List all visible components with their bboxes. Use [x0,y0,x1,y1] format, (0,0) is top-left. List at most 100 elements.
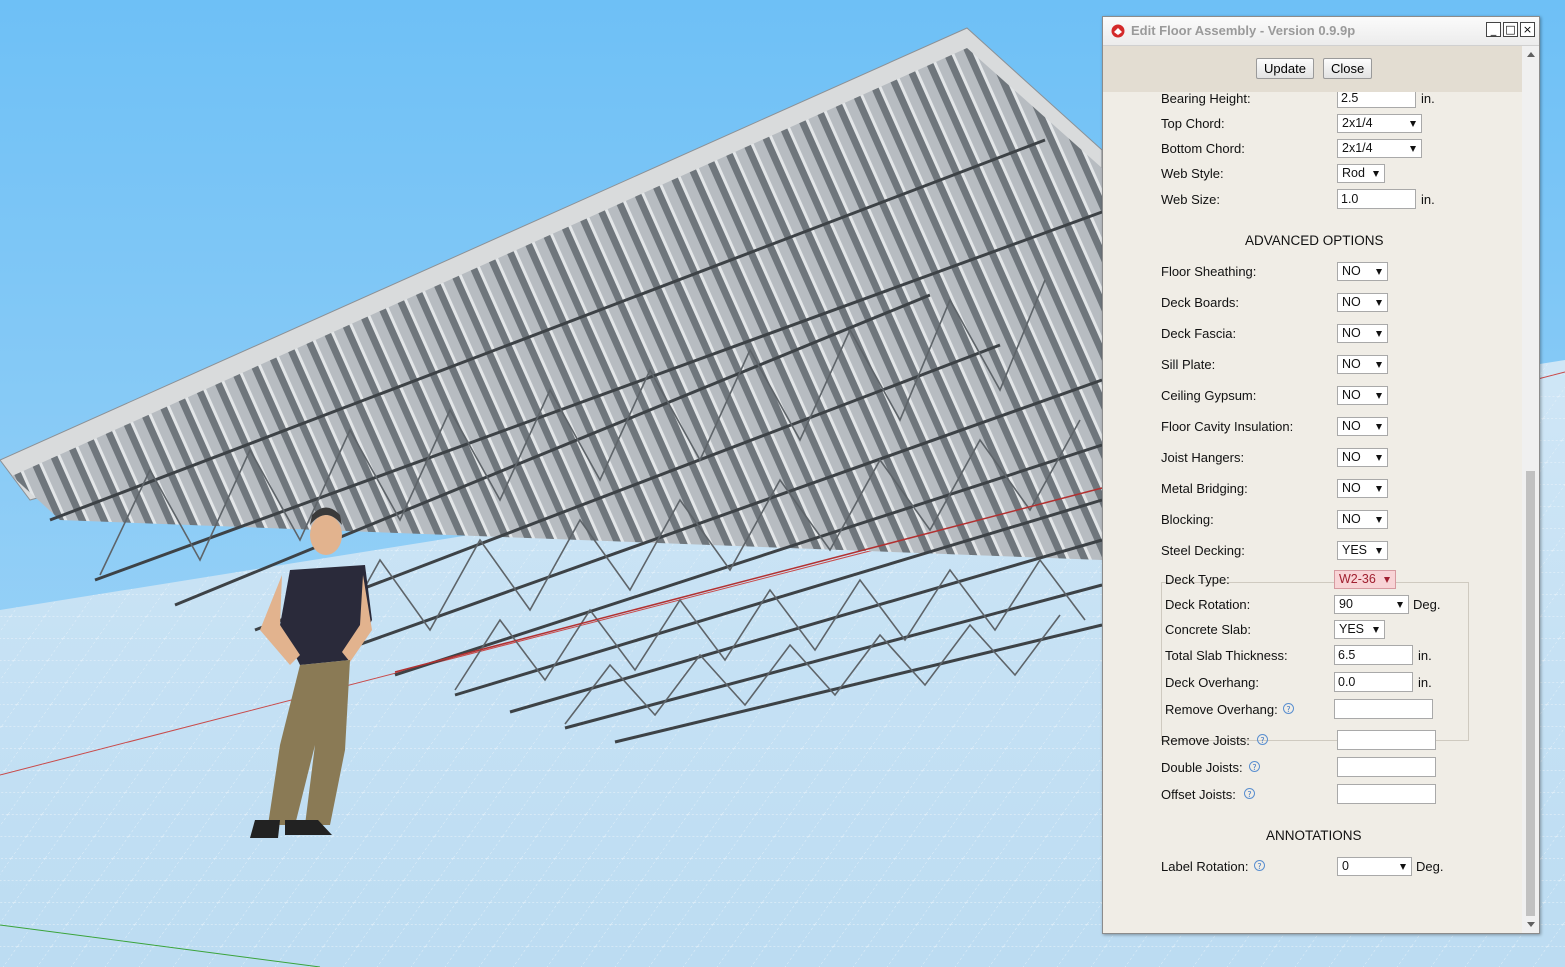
metal-bridging-select[interactable]: NO [1337,479,1388,498]
offset-joists-input[interactable] [1337,784,1436,804]
web-size-unit: in. [1421,192,1435,207]
advanced-option-value: NO [1342,357,1361,371]
deck-type-select[interactable]: W2-36 [1334,570,1396,589]
top-chord-select[interactable]: 2x1/4 [1337,114,1422,133]
bearing-height-label: Bearing Height: [1161,92,1251,106]
maximize-icon[interactable]: □ [1503,22,1518,37]
deck-overhang-unit: in. [1418,675,1432,690]
deck-rotation-select[interactable]: 90 [1334,595,1409,614]
advanced-option-label: Ceiling Gypsum: [1161,388,1257,403]
slab-thickness-input[interactable]: 6.5 [1334,645,1413,665]
label-rotation-value: 0 [1342,859,1349,873]
remove-overhang-label: Remove Overhang: [1165,702,1278,717]
advanced-option-label: Floor Cavity Insulation: [1161,419,1294,434]
help-icon[interactable]: ? [1257,734,1268,745]
deck-type-label: Deck Type: [1165,572,1230,587]
edit-floor-assembly-dialog: Edit Floor Assembly - Version 0.9.9p _ □… [1102,16,1540,934]
advanced-option-label: Deck Boards: [1161,295,1240,310]
sill-plate-select[interactable]: NO [1337,355,1388,374]
help-icon[interactable]: ? [1244,788,1255,799]
slab-thickness-unit: in. [1418,648,1432,663]
joist-hangers-select[interactable]: NO [1337,448,1388,467]
close-button[interactable]: Close [1323,58,1373,79]
advanced-option-value: NO [1342,481,1361,495]
bottom-chord-value: 2x1/4 [1342,141,1373,155]
sketchup-app-icon [1111,24,1125,38]
concrete-slab-value: YES [1339,622,1365,636]
label-rotation-unit: Deg. [1416,859,1444,874]
chevron-down-icon [1373,627,1379,633]
advanced-option-label: Sill Plate: [1161,357,1216,372]
advanced-option-label: Blocking: [1161,512,1214,527]
floor-sheathing-select[interactable]: NO [1337,262,1388,281]
advanced-option-label: Joist Hangers: [1161,450,1245,465]
concrete-slab-select[interactable]: YES [1334,620,1385,639]
web-style-select[interactable]: Rod [1337,164,1385,183]
annotations-heading: ANNOTATIONS [1266,828,1362,843]
ceiling-gypsum-select[interactable]: NO [1337,386,1388,405]
scroll-down-icon[interactable] [1527,922,1535,927]
chevron-down-icon [1410,146,1416,152]
remove-overhang-input[interactable] [1334,699,1433,719]
top-chord-label: Top Chord: [1161,116,1225,131]
remove-joists-label: Remove Joists: [1161,733,1250,748]
chevron-down-icon [1397,602,1403,608]
deck-overhang-input[interactable]: 0.0 [1334,672,1413,692]
help-icon[interactable]: ? [1283,703,1294,714]
chevron-down-icon [1376,517,1382,523]
bearing-height-input[interactable]: 2.5 [1337,92,1416,108]
dialog-toolbar: Update Close [1103,46,1522,92]
scrollbar-thumb[interactable] [1526,471,1535,916]
bearing-height-unit: in. [1421,92,1435,106]
deck-rotation-unit: Deg. [1413,597,1441,612]
chevron-down-icon [1376,486,1382,492]
blocking-select[interactable]: NO [1337,510,1388,529]
web-size-label: Web Size: [1161,192,1221,207]
chevron-down-icon [1376,331,1382,337]
advanced-option-value: NO [1342,326,1361,340]
dialog-content[interactable]: Bearing Height: 2.5 in. Top Chord: 2x1/4… [1103,92,1522,932]
deck-boards-select[interactable]: NO [1337,293,1388,312]
deck-type-value: W2-36 [1339,572,1376,586]
deck-rotation-value: 90 [1339,597,1353,611]
close-window-icon[interactable]: × [1520,22,1535,37]
chevron-down-icon [1373,171,1379,177]
offset-joists-label: Offset Joists: [1161,787,1236,802]
scroll-up-icon[interactable] [1527,52,1535,57]
dialog-title: Edit Floor Assembly - Version 0.9.9p [1131,23,1356,38]
chevron-down-icon [1400,864,1406,870]
concrete-slab-label: Concrete Slab: [1165,622,1251,637]
bottom-chord-select[interactable]: 2x1/4 [1337,139,1422,158]
remove-joists-input[interactable] [1337,730,1436,750]
chevron-down-icon [1376,393,1382,399]
web-style-label: Web Style: [1161,166,1224,181]
deck-rotation-label: Deck Rotation: [1165,597,1251,612]
chevron-down-icon [1376,362,1382,368]
title-bar[interactable]: Edit Floor Assembly - Version 0.9.9p _ □… [1103,17,1539,46]
double-joists-label: Double Joists: [1161,760,1243,775]
help-icon[interactable]: ? [1254,860,1265,871]
advanced-option-value: NO [1342,264,1361,278]
chevron-down-icon [1384,577,1390,583]
chevron-down-icon [1376,455,1382,461]
chevron-down-icon [1410,121,1416,127]
advanced-option-value: NO [1342,419,1361,433]
web-style-value: Rod [1342,166,1365,180]
advanced-options-heading: ADVANCED OPTIONS [1245,233,1384,248]
advanced-option-value: NO [1342,388,1361,402]
label-rotation-select[interactable]: 0 [1337,857,1412,876]
advanced-option-value: NO [1342,450,1361,464]
double-joists-input[interactable] [1337,757,1436,777]
steel-decking-select[interactable]: YES [1337,541,1388,560]
deck-fascia-select[interactable]: NO [1337,324,1388,343]
minimize-icon[interactable]: _ [1486,22,1501,37]
help-icon[interactable]: ? [1249,761,1260,772]
top-chord-value: 2x1/4 [1342,116,1373,130]
web-size-input[interactable]: 1.0 [1337,189,1416,209]
update-button[interactable]: Update [1256,58,1314,79]
slab-thickness-label: Total Slab Thickness: [1165,648,1288,663]
vertical-scrollbar[interactable] [1522,46,1539,933]
label-rotation-label: Label Rotation: [1161,859,1249,874]
advanced-option-label: Deck Fascia: [1161,326,1237,341]
floor-cavity-insulation-select[interactable]: NO [1337,417,1388,436]
